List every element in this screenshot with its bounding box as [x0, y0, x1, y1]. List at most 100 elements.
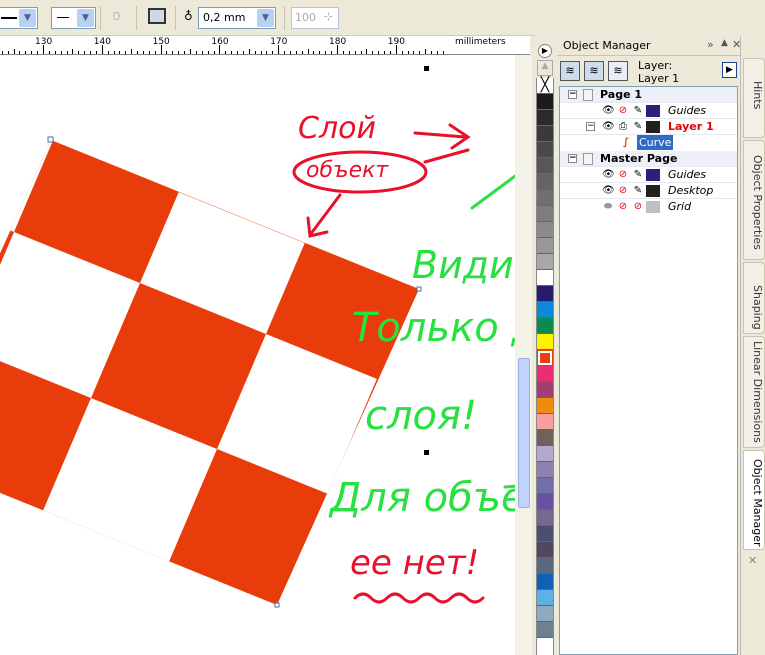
tree-layer-guides[interactable]: 👁 ⊘ ✎ Guides — [560, 103, 737, 119]
color-swatch[interactable] — [537, 206, 553, 222]
hidden-eye-icon[interactable]: ⬬ — [602, 201, 614, 213]
color-swatch[interactable] — [537, 478, 553, 494]
horizontal-ruler[interactable]: 130 140 150 160 170 180 190 millimeters — [0, 36, 530, 55]
color-swatch[interactable] — [537, 286, 553, 302]
pencil-icon[interactable]: ✎ — [632, 185, 644, 197]
color-swatch[interactable] — [537, 302, 553, 318]
tab-linear-dimensions[interactable]: Linear Dimensions — [743, 336, 765, 448]
color-swatch[interactable] — [537, 606, 553, 622]
color-swatch[interactable] — [537, 494, 553, 510]
palette-scroll-up[interactable]: ▲ — [537, 60, 553, 76]
no-print-icon[interactable]: ⊘ — [617, 169, 629, 181]
color-swatch[interactable] — [537, 510, 553, 526]
tree-master-guides[interactable]: 👁 ⊘ ✎ Guides — [560, 167, 737, 183]
chevron-down-icon[interactable]: ▼ — [257, 9, 274, 27]
color-swatch[interactable] — [537, 174, 553, 190]
color-swatch[interactable] — [537, 350, 553, 366]
chevron-down-icon[interactable]: ▼ — [77, 9, 94, 27]
selection-handle[interactable] — [424, 450, 429, 455]
eye-icon[interactable]: 👁 — [602, 169, 615, 181]
no-color-swatch[interactable]: ╳ — [537, 78, 553, 94]
layer-color[interactable] — [646, 121, 660, 133]
collapse-icon[interactable]: − — [586, 122, 595, 131]
tab-object-manager[interactable]: Object Manager — [743, 450, 765, 550]
collapse-icon[interactable]: ▲ — [721, 38, 728, 48]
line-end-combo[interactable]: ▼ — [51, 7, 96, 29]
tree-object-curve[interactable]: ∫ Curve — [560, 135, 737, 151]
to-front-icon[interactable] — [148, 8, 166, 24]
expand-icon[interactable]: » — [707, 38, 714, 51]
close-icon[interactable]: ✕ — [748, 554, 757, 567]
tab-shaping[interactable]: Shaping — [743, 262, 765, 334]
ruler-tick — [107, 51, 109, 54]
color-swatch[interactable] — [537, 574, 553, 590]
no-print-icon[interactable]: ⊘ — [617, 185, 629, 197]
color-swatch[interactable] — [537, 398, 553, 414]
layer-manager-view-button[interactable]: ≋ — [608, 61, 628, 81]
drawing-canvas[interactable]: Слой объект Видимость Только для слоя! Д… — [0, 55, 515, 655]
no-print-icon[interactable]: ⊘ — [617, 105, 629, 117]
color-swatch[interactable] — [537, 622, 553, 638]
ruler-tick — [436, 51, 438, 54]
color-swatch[interactable] — [537, 590, 553, 606]
selection-node[interactable] — [416, 286, 422, 292]
color-swatch[interactable] — [537, 94, 553, 110]
layer-color[interactable] — [646, 185, 660, 197]
outline-style-combo[interactable]: ▼ — [0, 7, 38, 29]
eye-icon[interactable]: 👁 — [602, 105, 615, 117]
eye-icon[interactable]: 👁 — [602, 121, 615, 133]
no-print-icon[interactable]: ⊘ — [617, 201, 629, 213]
color-swatch[interactable] — [537, 254, 553, 270]
eye-icon[interactable]: 👁 — [602, 185, 615, 197]
tab-object-properties[interactable]: Object Properties — [743, 140, 765, 260]
transparency-field[interactable]: 100 ⊹ — [291, 7, 339, 29]
pencil-icon[interactable]: ✎ — [632, 105, 644, 117]
docker-menu-button[interactable]: ▶ — [722, 62, 737, 78]
tab-hints[interactable]: Hints — [743, 58, 765, 138]
tree-layer-1[interactable]: − 👁 ⎙ ✎ Layer 1 — [560, 119, 737, 135]
ruler-tick — [184, 51, 186, 54]
layer-color[interactable] — [646, 169, 660, 181]
color-swatch[interactable] — [537, 430, 553, 446]
color-swatch[interactable] — [537, 126, 553, 142]
color-swatch[interactable] — [537, 526, 553, 542]
tree-desktop[interactable]: 👁 ⊘ ✎ Desktop — [560, 183, 737, 199]
color-swatch[interactable] — [537, 142, 553, 158]
color-swatch[interactable] — [537, 462, 553, 478]
collapse-icon[interactable]: − — [568, 90, 577, 99]
selection-node[interactable] — [274, 602, 280, 608]
layer-color[interactable] — [646, 105, 660, 117]
selection-node[interactable] — [47, 136, 54, 143]
pencil-icon[interactable]: ✎ — [632, 121, 644, 133]
color-swatch[interactable] — [537, 446, 553, 462]
color-swatch[interactable] — [537, 542, 553, 558]
color-swatch[interactable] — [537, 382, 553, 398]
tree-grid[interactable]: ⬬ ⊘ ⊘ Grid — [560, 199, 737, 215]
color-swatch[interactable] — [537, 190, 553, 206]
color-swatch[interactable] — [537, 270, 553, 286]
layer-color[interactable] — [646, 201, 660, 213]
tree-page-1[interactable]: − Page 1 — [560, 87, 737, 103]
outline-width-combo[interactable]: 0,2 mm ▼ — [198, 7, 276, 29]
no-edit-icon[interactable]: ⊘ — [632, 201, 644, 213]
color-swatch[interactable] — [537, 110, 553, 126]
pencil-icon[interactable]: ✎ — [632, 169, 644, 181]
collapse-icon[interactable]: − — [568, 154, 577, 163]
color-swatch[interactable] — [537, 158, 553, 174]
palette-flyout-button[interactable]: ▶ — [538, 44, 552, 58]
color-swatch[interactable] — [537, 414, 553, 430]
color-swatch[interactable] — [537, 238, 553, 254]
color-swatch[interactable] — [537, 318, 553, 334]
show-properties-button[interactable]: ≋ — [560, 61, 580, 81]
printer-icon[interactable]: ⎙ — [617, 121, 629, 133]
edit-across-layers-button[interactable]: ≋ — [584, 61, 604, 81]
color-swatch[interactable] — [537, 558, 553, 574]
color-swatch[interactable] — [537, 366, 553, 382]
chevron-down-icon[interactable]: ▼ — [19, 9, 36, 27]
color-swatch[interactable] — [537, 334, 553, 350]
selection-handle[interactable] — [424, 66, 429, 71]
color-swatch[interactable] — [537, 222, 553, 238]
tree-master-page[interactable]: − Master Page — [560, 151, 737, 167]
vertical-scrollbar[interactable] — [515, 55, 532, 655]
scrollbar-thumb[interactable] — [518, 358, 530, 508]
